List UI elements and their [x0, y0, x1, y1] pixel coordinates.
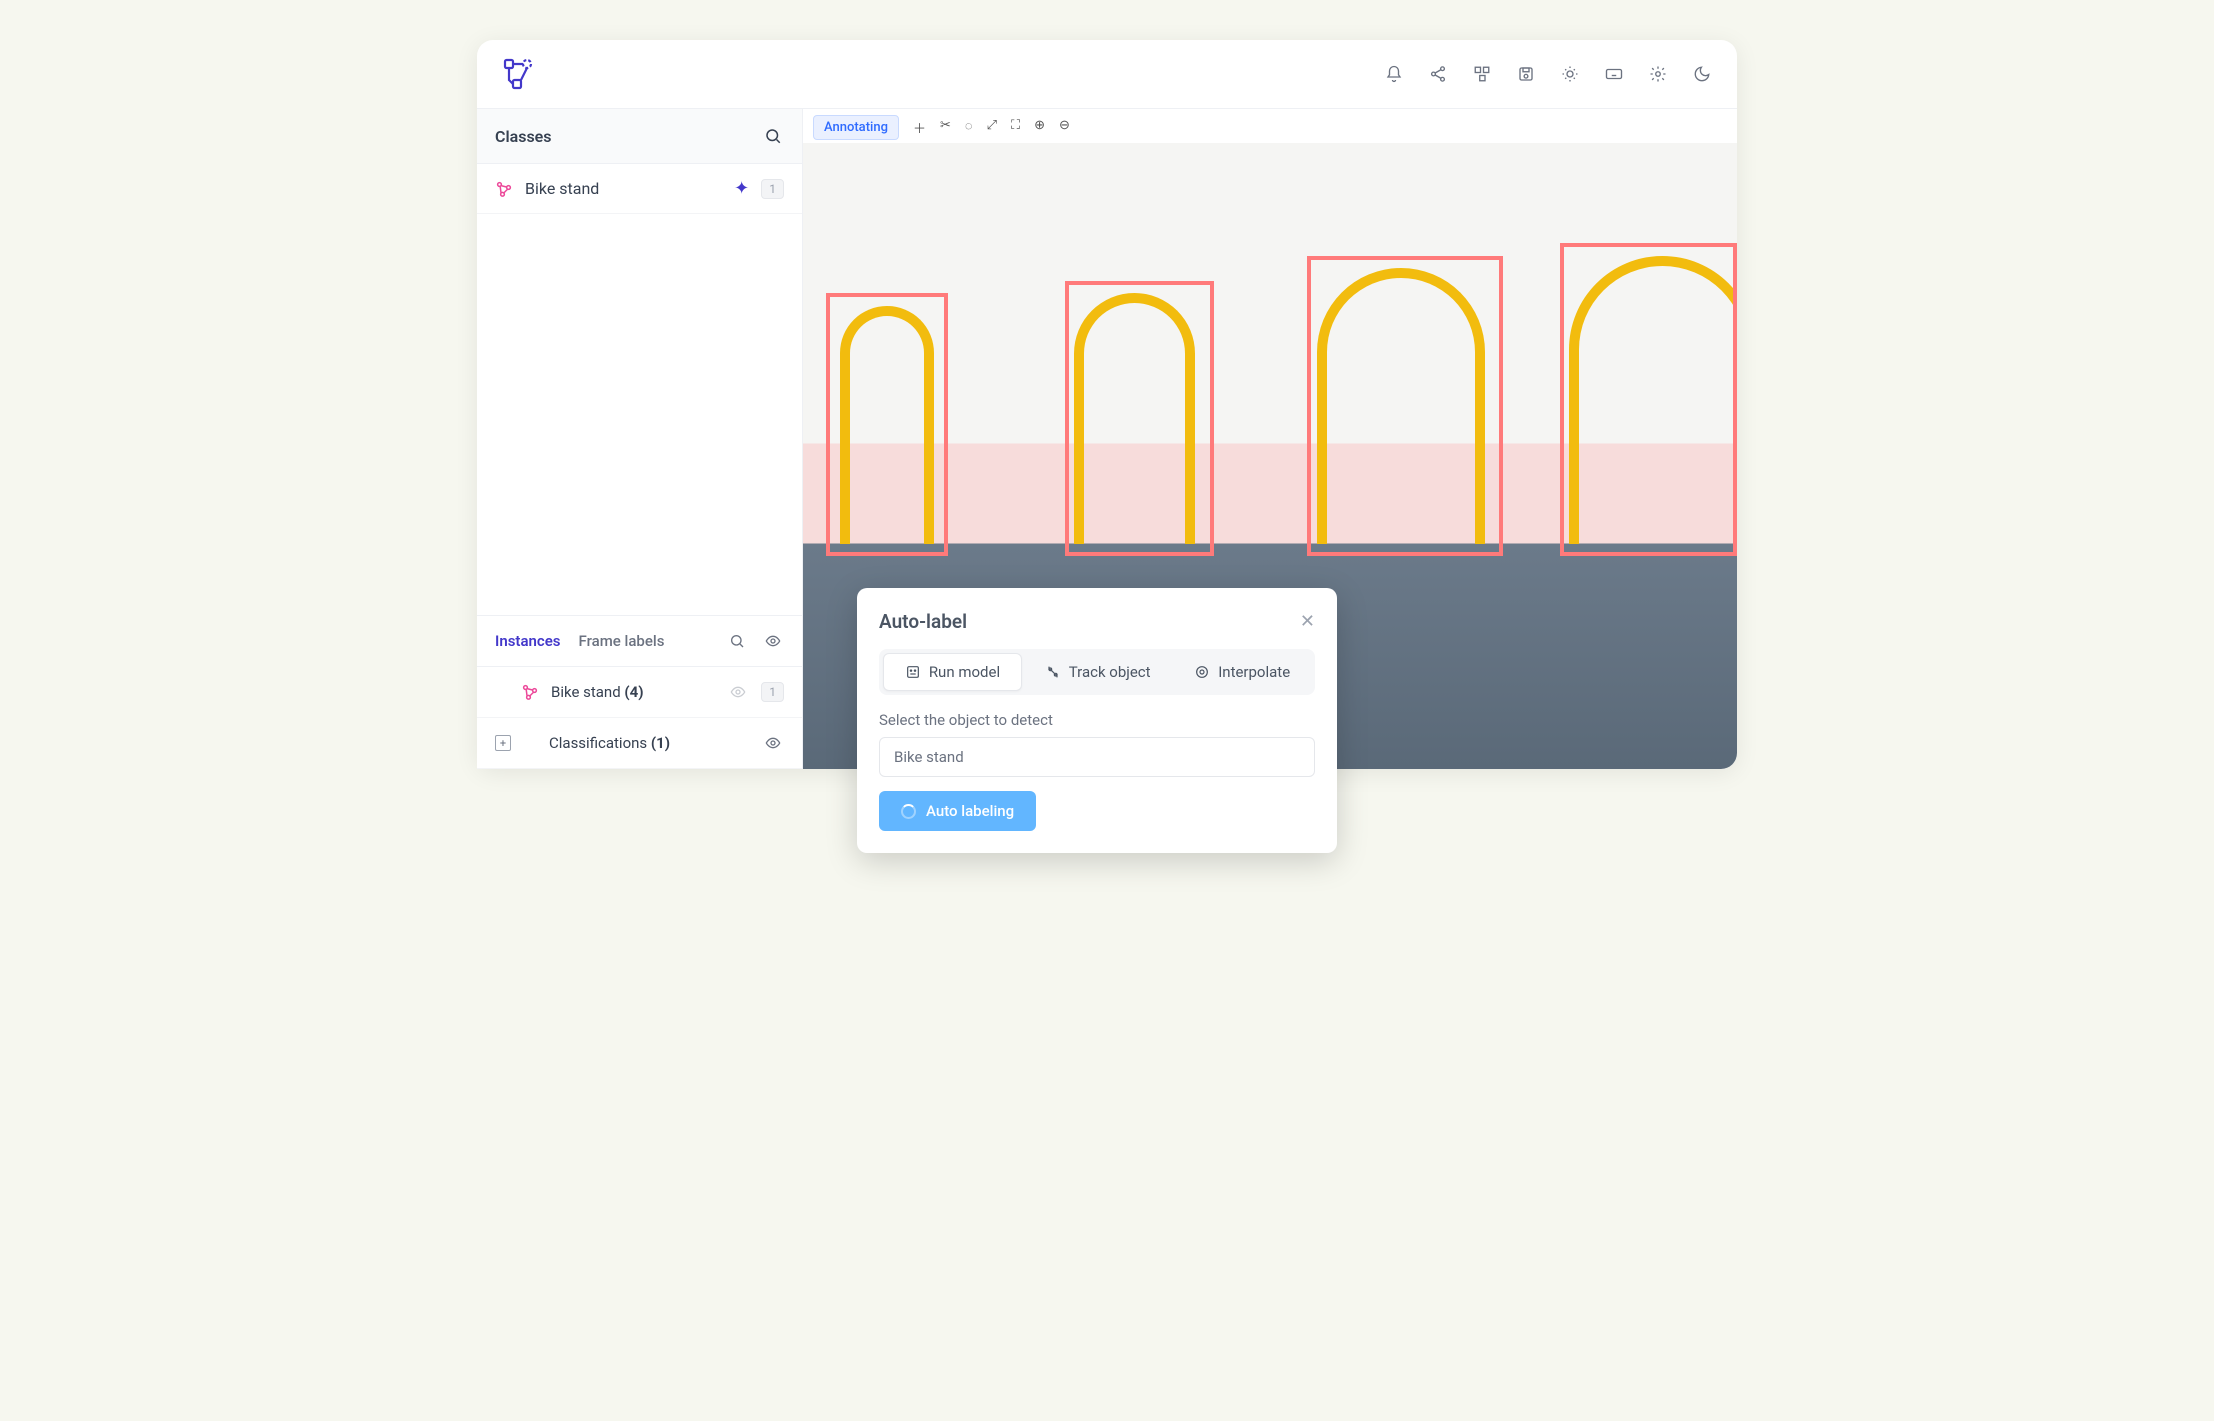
eye-icon[interactable]: [762, 630, 784, 652]
auto-label-popup: Auto-label ✕ Run model Track object Inte…: [857, 588, 1337, 853]
polygon-icon: [495, 180, 513, 198]
run-model-tab[interactable]: Run model: [883, 653, 1022, 691]
instance-row[interactable]: Bike stand (4) 1: [477, 667, 802, 718]
auto-labeling-button[interactable]: Auto labeling: [879, 791, 1036, 831]
moon-icon[interactable]: [1691, 63, 1713, 85]
class-row[interactable]: Bike stand ✦ 1: [477, 164, 802, 214]
search-icon[interactable]: [762, 125, 784, 147]
tab-instances[interactable]: Instances: [495, 632, 561, 650]
instance-label: Bike stand (4): [551, 683, 715, 701]
polygon-icon: [521, 683, 539, 701]
zoom-out-icon[interactable]: ⊖: [1059, 118, 1070, 137]
classes-header: Classes: [477, 109, 802, 164]
bounding-box[interactable]: [1065, 281, 1214, 556]
track-object-tab[interactable]: Track object: [1024, 653, 1171, 691]
brightness-icon[interactable]: [1559, 63, 1581, 85]
bounding-box[interactable]: [826, 293, 947, 556]
top-actions: [1383, 63, 1713, 85]
status-chip: Annotating: [813, 115, 899, 140]
popup-title: Auto-label: [879, 610, 967, 633]
zoom-in-icon[interactable]: ⊕: [1034, 118, 1045, 137]
tab-frame-labels[interactable]: Frame labels: [579, 632, 665, 650]
close-icon[interactable]: ✕: [1300, 611, 1315, 632]
keyboard-icon[interactable]: [1603, 63, 1625, 85]
eye-icon[interactable]: [727, 681, 749, 703]
app-logo: [501, 56, 537, 92]
class-count-badge: 1: [761, 179, 784, 199]
interpolate-tab[interactable]: Interpolate: [1173, 653, 1311, 691]
mode-segment: Run model Track object Interpolate: [879, 649, 1315, 695]
sidebar: Classes Bike stand ✦ 1 Instances Frame l…: [477, 109, 803, 769]
grid-icon[interactable]: [1471, 63, 1493, 85]
class-name: Bike stand: [525, 179, 722, 198]
top-bar: [477, 40, 1737, 109]
select-label: Select the object to detect: [879, 711, 1315, 729]
search-icon[interactable]: [726, 630, 748, 652]
save-icon[interactable]: [1515, 63, 1537, 85]
fit-icon[interactable]: ⛶: [1011, 118, 1020, 137]
share-icon[interactable]: [1427, 63, 1449, 85]
expand-icon[interactable]: +: [495, 735, 511, 751]
wand-icon[interactable]: ✦: [734, 178, 749, 199]
instance-tabs: Instances Frame labels: [477, 615, 802, 667]
settings-icon[interactable]: [1647, 63, 1669, 85]
object-input[interactable]: [879, 737, 1315, 777]
instance-count-badge: 1: [761, 682, 784, 702]
app-window: Classes Bike stand ✦ 1 Instances Frame l…: [477, 40, 1737, 769]
classifications-label: Classifications (1): [549, 734, 750, 752]
cut-icon[interactable]: ✂: [940, 118, 951, 137]
bell-icon[interactable]: [1383, 63, 1405, 85]
bounding-box[interactable]: [1560, 243, 1737, 556]
spinner-icon: [901, 804, 916, 819]
add-icon[interactable]: ＋: [913, 118, 926, 137]
arrows-icon[interactable]: ⤢: [987, 118, 997, 137]
classes-title: Classes: [495, 127, 552, 146]
classifications-row[interactable]: + Classifications (1): [477, 718, 802, 769]
lasso-icon[interactable]: ◌: [965, 118, 973, 137]
bounding-box[interactable]: [1307, 256, 1503, 556]
canvas-toolbar: Annotating ＋ ✂ ◌ ⤢ ⛶ ⊕ ⊖: [803, 109, 1737, 146]
eye-icon[interactable]: [762, 732, 784, 754]
